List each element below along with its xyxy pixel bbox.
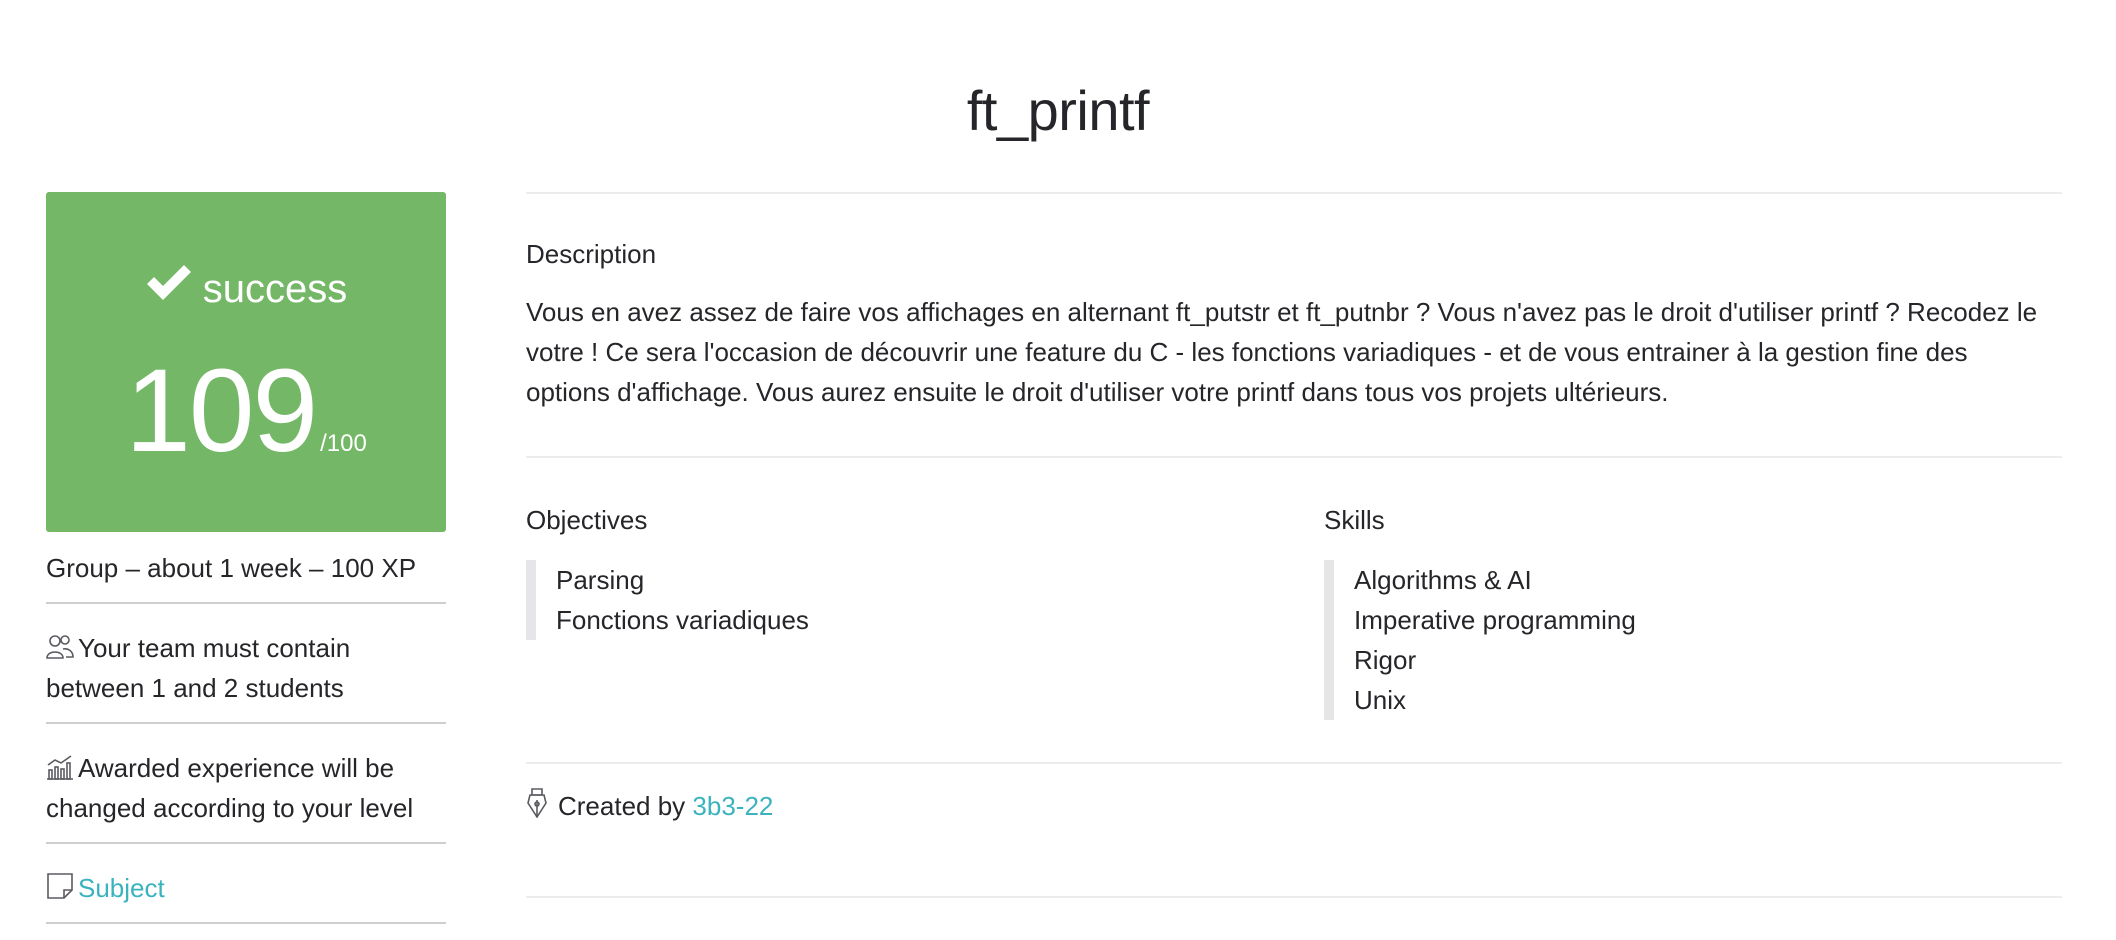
project-sidebar: success 109/100 Group – about 1 week – 1… (46, 192, 446, 924)
subject-row: Subject (46, 844, 446, 924)
skill-item: Rigor (1354, 645, 1417, 675)
checkmark-icon (146, 265, 191, 300)
creator-prefix: Created by (558, 791, 686, 821)
team-size-text: Your team must contain between 1 and 2 s… (46, 633, 351, 703)
result-card: success 109/100 (46, 192, 446, 532)
divider (526, 456, 2062, 458)
objective-item: Parsing (556, 565, 645, 595)
experience-text: Awarded experience will be changed accor… (46, 753, 414, 823)
users-icon (46, 635, 74, 659)
divider (526, 192, 2062, 194)
skill-item: Unix (1354, 685, 1407, 715)
skills-heading: Skills (1324, 505, 1385, 535)
project-details: Description Vous en avez assez de faire … (526, 192, 2062, 826)
creator-link[interactable]: 3b3-22 (692, 791, 773, 821)
objectives-skills-section: Objectives Parsing Fonctions variadiques… (526, 504, 2062, 720)
objectives-section: Objectives Parsing Fonctions variadiques (526, 504, 1324, 720)
skill-item: Algorithms & AI (1354, 565, 1532, 595)
skills-list: Algorithms & AI Imperative programming R… (1324, 560, 2062, 720)
divider (526, 896, 2062, 898)
skills-section: Skills Algorithms & AI Imperative progra… (1324, 504, 2062, 720)
subject-link[interactable]: Subject (78, 873, 165, 903)
description-text: Vous en avez assez de faire vos affichag… (526, 297, 2038, 407)
score-value: 109 (125, 345, 318, 477)
team-size-info: Your team must contain between 1 and 2 s… (46, 604, 446, 724)
status-row: success (46, 262, 446, 312)
objective-item: Fonctions variadiques (556, 605, 809, 635)
page-title: ft_printf (966, 79, 1150, 142)
project-summary: Group – about 1 week – 100 XP (46, 548, 446, 604)
skill-item: Imperative programming (1354, 605, 1636, 635)
pen-nib-icon (527, 788, 547, 819)
score-max: /100 (320, 430, 367, 457)
objectives-list: Parsing Fonctions variadiques (526, 560, 1324, 640)
objectives-heading: Objectives (526, 505, 648, 535)
description-heading: Description (526, 239, 657, 269)
divider (526, 762, 2062, 764)
creator-row: Created by 3b3-22 (526, 786, 2062, 826)
experience-info: Awarded experience will be changed accor… (46, 724, 446, 844)
status-label: success (202, 267, 348, 311)
chart-icon (47, 755, 73, 780)
score-row: 109/100 (46, 352, 446, 470)
note-icon (47, 873, 73, 899)
